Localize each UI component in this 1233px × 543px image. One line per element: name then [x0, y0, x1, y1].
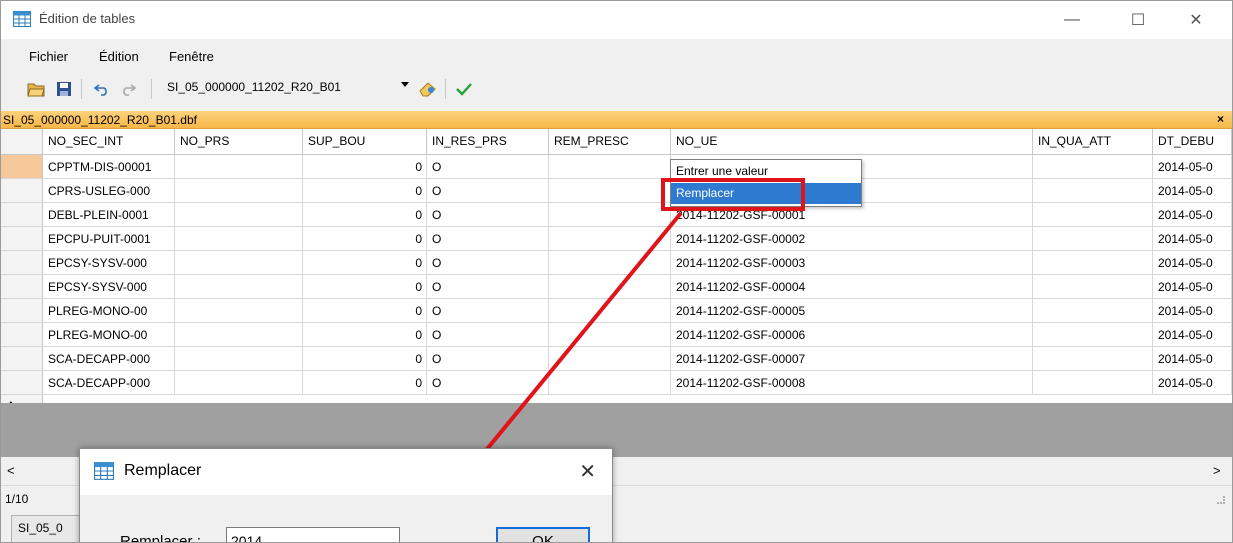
edit-tables-window: Édition de tables — ☐ ✕ Fichier Édition …	[0, 0, 1233, 543]
replace-dialog: Remplacer ✕ Remplacer : 2014 OK	[79, 448, 613, 543]
dialog-title: Remplacer	[124, 462, 202, 479]
table-icon	[94, 462, 114, 483]
replace-label: Remplacer :	[120, 533, 201, 543]
dialog-title-bar: Remplacer ✕	[80, 449, 612, 495]
dialog-close-button[interactable]: ✕	[579, 459, 596, 484]
ok-button[interactable]: OK	[496, 527, 590, 542]
replace-input[interactable]: 2014	[226, 527, 400, 542]
